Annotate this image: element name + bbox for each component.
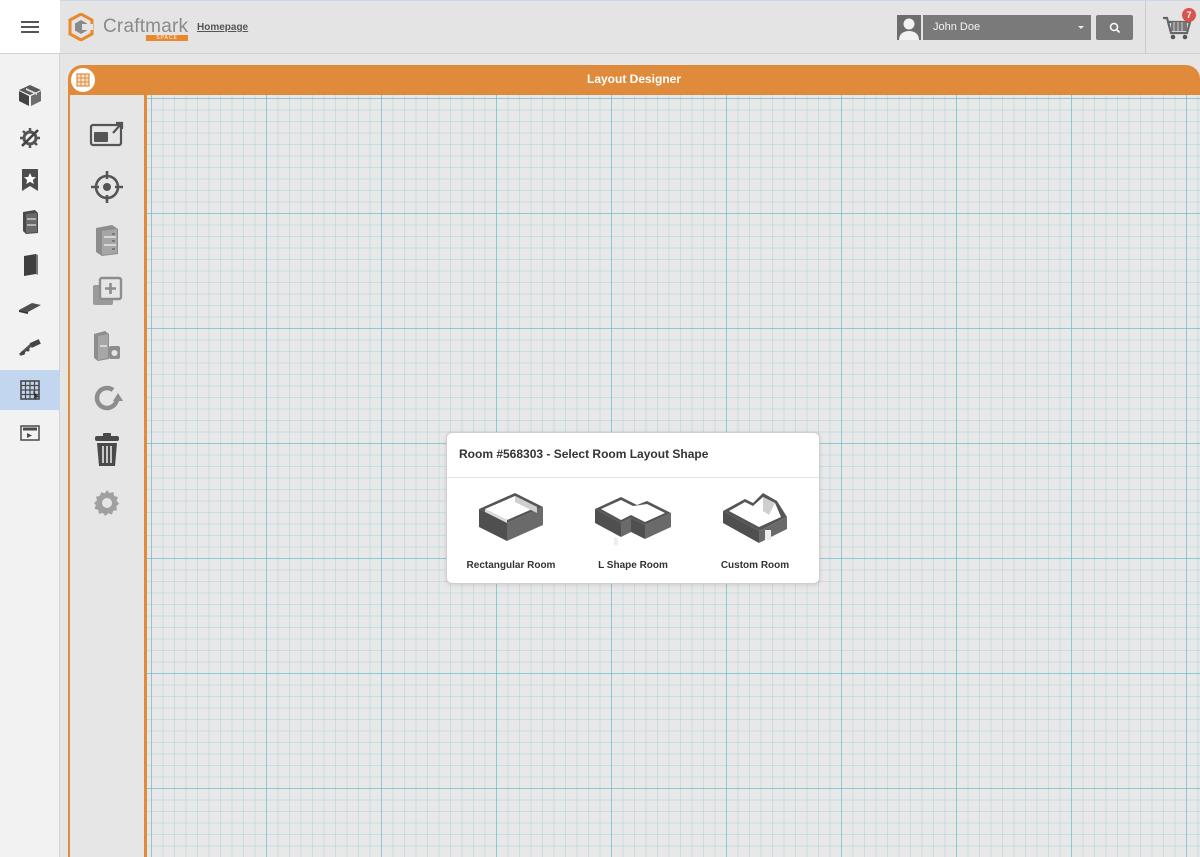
add-copy-icon (93, 276, 123, 305)
tool-add-cabinet[interactable] (88, 221, 126, 259)
sidebar-item-layout-designer[interactable] (0, 370, 60, 410)
user-menu: John Doe (897, 15, 1137, 40)
tools-icon (20, 128, 40, 148)
tool-settings[interactable] (88, 484, 126, 522)
box-icon (19, 85, 41, 106)
cabinet-icon (96, 225, 118, 256)
craftmark-logo[interactable]: Craftmark SPACE (68, 11, 188, 45)
option-label: L Shape Room (598, 560, 668, 571)
user-name: John Doe (933, 21, 981, 33)
rotate-icon (94, 385, 123, 411)
page-title: Layout Designer (586, 72, 682, 86)
tool-add-appliance[interactable] (88, 326, 126, 364)
appliance-icon (94, 331, 120, 361)
sidebar-item-panels[interactable] (0, 245, 60, 285)
app-sidebar (0, 0, 60, 857)
panel-icon (24, 254, 38, 276)
tool-delete[interactable] (88, 431, 126, 469)
custom-room-icon (723, 493, 787, 543)
crosshair-icon (91, 171, 123, 203)
cart-count-badge: 7 (1182, 8, 1196, 22)
layout-grid-icon (20, 380, 40, 400)
tool-rotate[interactable] (88, 379, 126, 417)
user-silhouette-icon (899, 18, 919, 40)
logo-subtext: SPACE (146, 35, 188, 41)
chevron-down-icon (1078, 26, 1084, 29)
breadcrumb-homepage-link[interactable]: Homepage (197, 22, 248, 33)
resize-window-icon (89, 121, 124, 147)
trash-icon (95, 433, 119, 466)
dialog-divider (447, 477, 819, 478)
tool-duplicate[interactable] (88, 273, 126, 311)
top-header: Craftmark SPACE Homepage John Doe 7 (60, 0, 1200, 54)
hardware-icon (18, 339, 41, 357)
cabinet-icon (23, 210, 38, 234)
sidebar-item-favorites[interactable] (0, 160, 60, 200)
option-label: Custom Room (720, 560, 790, 571)
designer-toolbar (70, 95, 144, 857)
l-shape-room-icon (595, 497, 671, 545)
dialog-title: Room #568303 - Select Room Layout Shape (459, 447, 709, 461)
user-select-dropdown[interactable]: John Doe (923, 15, 1091, 40)
avatar[interactable] (897, 15, 921, 40)
search-icon (1109, 22, 1120, 33)
rectangular-room-icon (479, 493, 543, 541)
option-l-shape-room[interactable]: L Shape Room (573, 485, 693, 575)
hamburger-icon (21, 20, 39, 33)
room-shape-dialog: Room #568303 - Select Room Layout Shape … (446, 432, 820, 584)
search-button[interactable] (1096, 15, 1133, 40)
tool-resize-view[interactable] (88, 115, 126, 153)
star-bookmark-icon (22, 169, 38, 191)
header-divider (1145, 1, 1146, 54)
designer-panel-header: Layout Designer (68, 65, 1200, 95)
hamburger-menu-button[interactable] (0, 0, 60, 54)
bill-of-materials-icon (20, 425, 40, 441)
option-label: Rectangular Room (466, 560, 556, 571)
sidebar-item-cabinets[interactable] (0, 202, 60, 242)
sidebar-item-hardware[interactable] (0, 328, 60, 368)
countertop-icon (19, 303, 41, 314)
sidebar-item-bill-of-materials[interactable] (0, 413, 60, 453)
option-custom-room[interactable]: Custom Room (695, 485, 815, 575)
gear-icon (94, 490, 120, 516)
logo-mark-icon (68, 13, 94, 41)
sidebar-item-tools[interactable] (0, 118, 60, 158)
cart-button[interactable]: 7 (1160, 8, 1196, 45)
sidebar-item-products[interactable] (0, 75, 60, 115)
option-rectangular-room[interactable]: Rectangular Room (451, 485, 571, 575)
tool-center-view[interactable] (88, 168, 126, 206)
sidebar-item-countertops[interactable] (0, 287, 60, 327)
